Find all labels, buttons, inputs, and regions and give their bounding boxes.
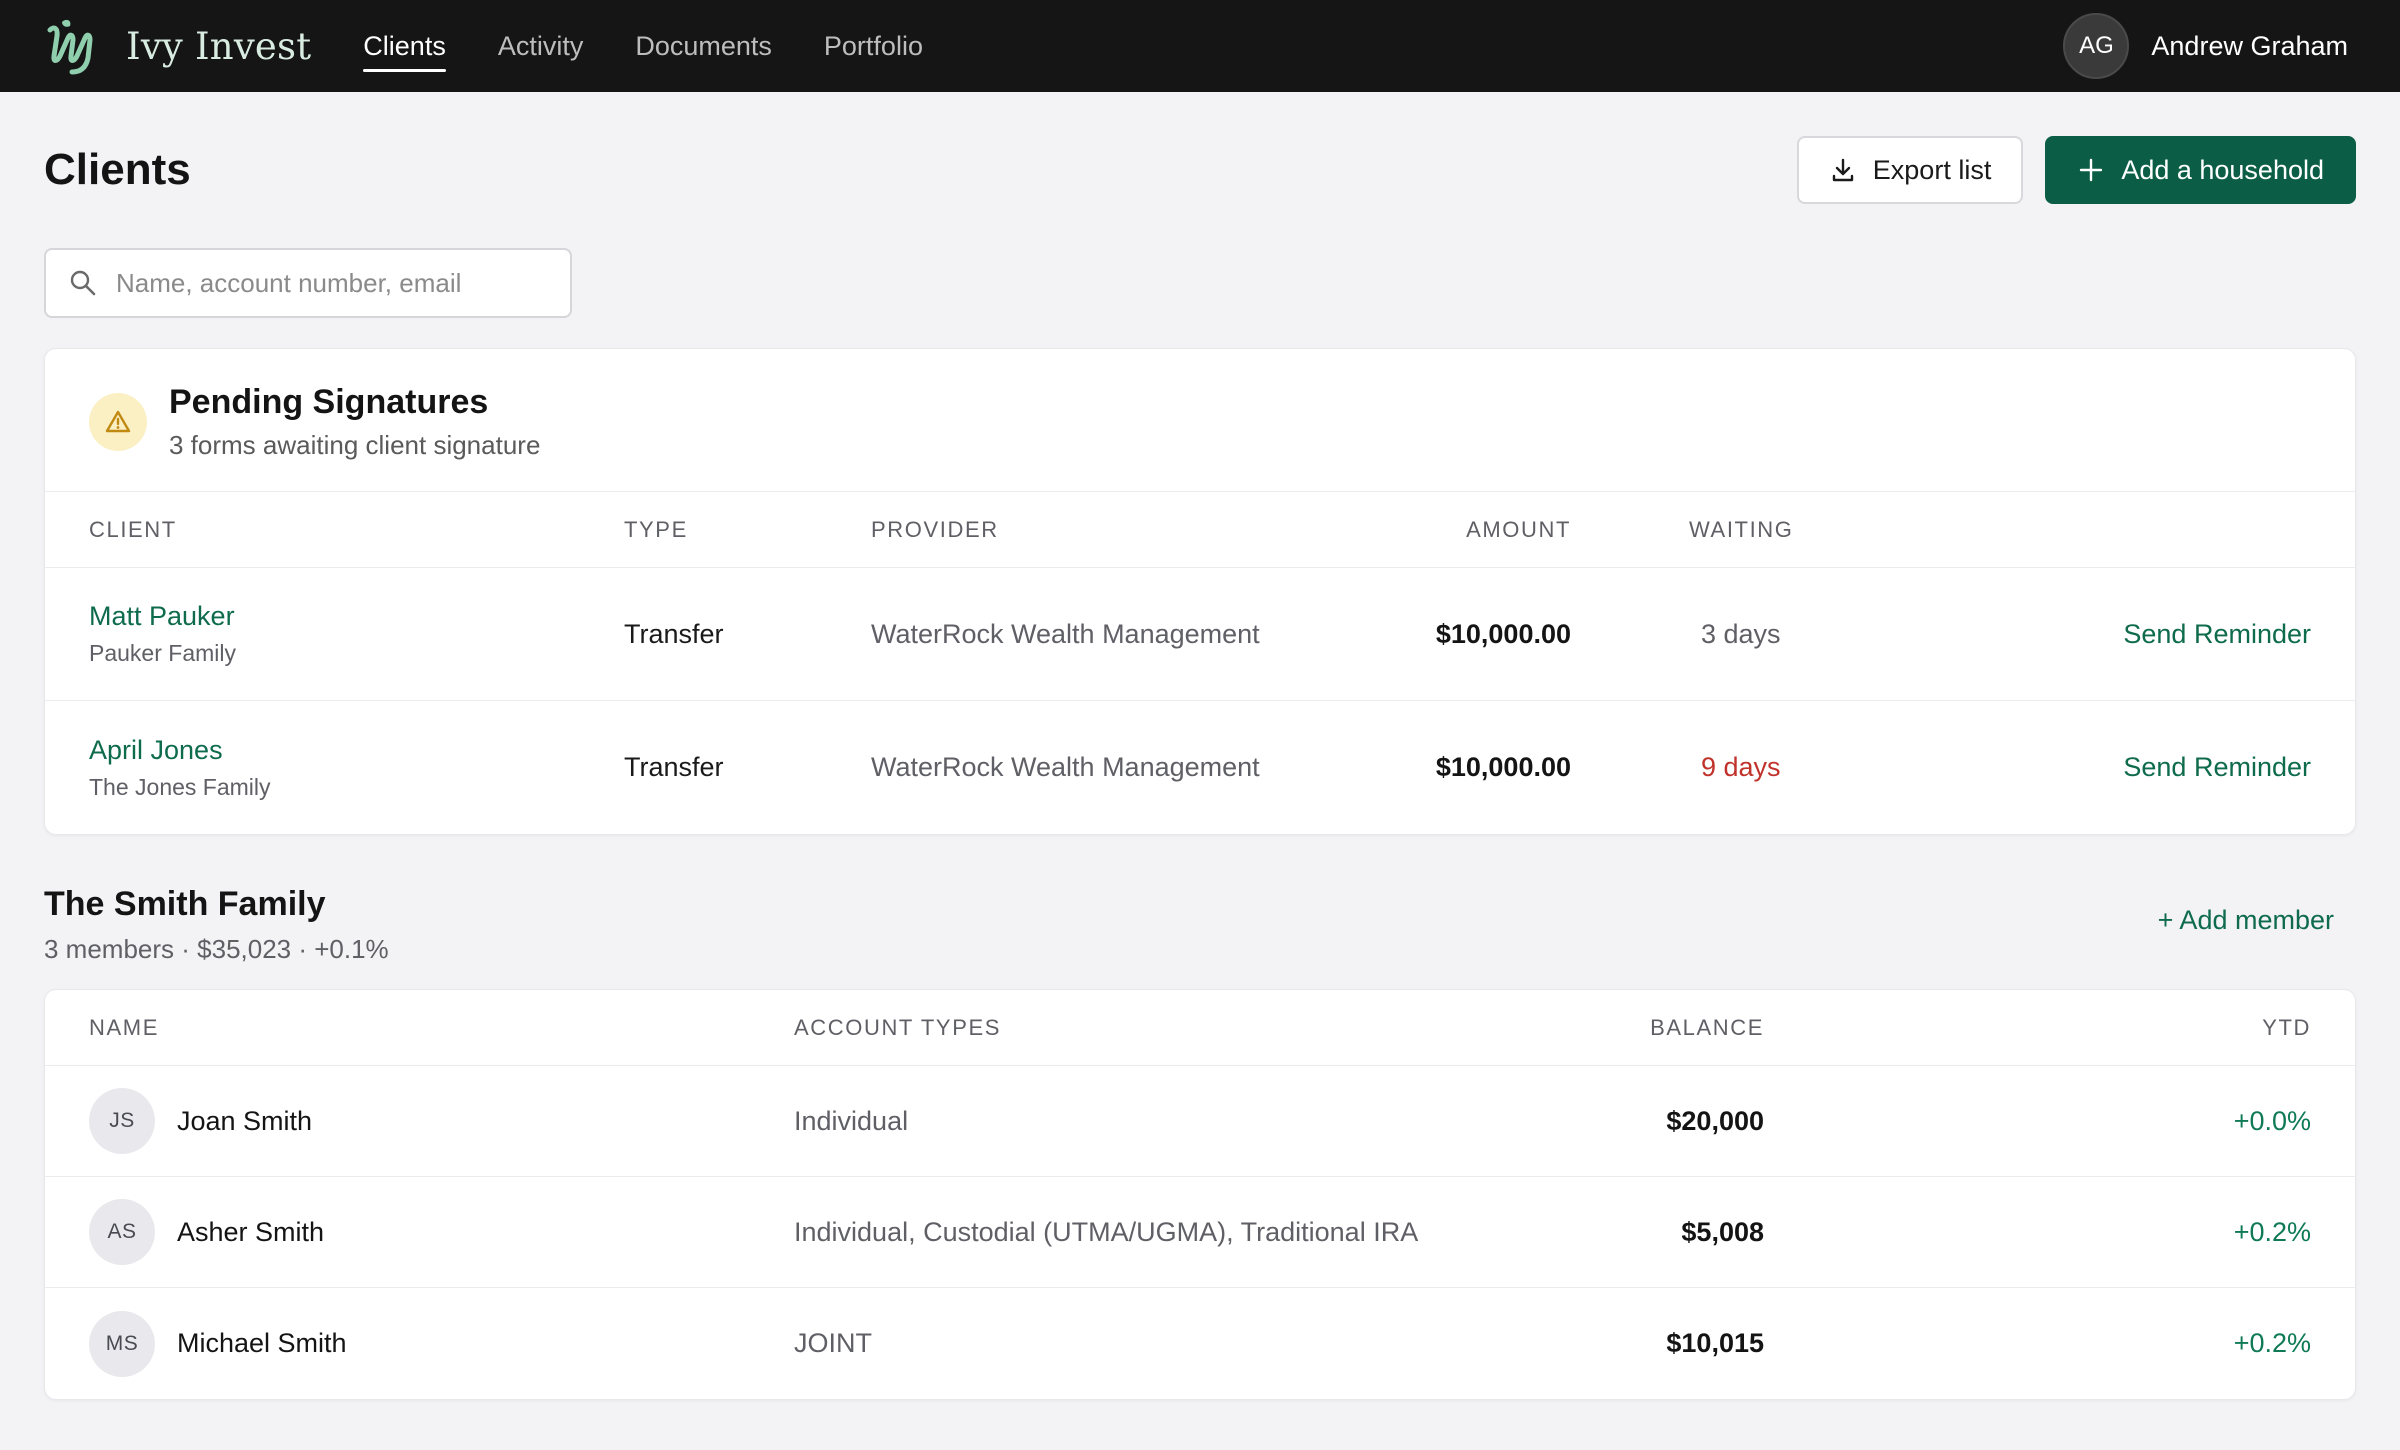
nav-portfolio[interactable]: Portfolio — [824, 25, 923, 68]
search-box[interactable] — [44, 248, 572, 318]
table-row[interactable]: JS Joan Smith Individual $20,000 +0.0% — [45, 1066, 2355, 1177]
user-avatar[interactable]: AG — [2063, 13, 2130, 79]
waiting-cell: 9 days — [1571, 752, 1871, 783]
account-types-cell: JOINT — [794, 1328, 872, 1358]
table-row[interactable]: MS Michael Smith JOINT $10,015 +0.2% — [45, 1288, 2355, 1399]
export-list-button[interactable]: Export list — [1796, 136, 2024, 204]
ytd-cell: +0.0% — [2233, 1105, 2311, 1136]
ivy-leaf-logo-icon — [47, 19, 93, 75]
balance-cell: $20,000 — [1666, 1105, 1764, 1136]
provider-cell: WaterRock Wealth Management — [871, 618, 1260, 649]
plus-icon — [2080, 158, 2103, 182]
top-navbar: Ivy Invest Clients Activity Documents Po… — [0, 0, 2400, 92]
pending-signatures-card: Pending Signatures 3 forms awaiting clie… — [44, 348, 2356, 835]
nav-clients[interactable]: Clients — [363, 25, 446, 72]
page-content: Clients Export list Add a household Name… — [0, 92, 2400, 1400]
add-household-label: Add a household — [2121, 154, 2324, 185]
waiting-cell: 3 days — [1571, 619, 1871, 650]
account-types-cell: Individual, Custodial (UTMA/UGMA), Tradi… — [794, 1216, 1419, 1247]
member-cell: AS Asher Smith — [89, 1199, 794, 1265]
pending-signatures-heading: Pending Signatures 3 forms awaiting clie… — [169, 383, 540, 461]
client-family: Pauker Family — [89, 640, 236, 666]
export-list-label: Export list — [1872, 154, 1992, 185]
avatar: JS — [89, 1088, 155, 1154]
balance-cell: $10,015 — [1666, 1328, 1764, 1358]
table-row: Matt Pauker Pauker Family Transfer Water… — [45, 568, 2355, 701]
col-balance: Balance — [1650, 1014, 1764, 1040]
provider-cell: WaterRock Wealth Management — [871, 752, 1260, 782]
amount-cell: $10,000.00 — [1435, 618, 1571, 649]
nav-documents[interactable]: Documents — [635, 25, 772, 68]
member-name[interactable]: Joan Smith — [177, 1106, 312, 1137]
user-menu[interactable]: AG Andrew Graham — [2063, 0, 2348, 92]
type-cell: Transfer — [624, 752, 724, 782]
table-row: April Jones The Jones Family Transfer Wa… — [45, 701, 2355, 834]
add-member-button[interactable]: + Add member — [2158, 905, 2334, 936]
col-name: Name — [89, 1014, 159, 1040]
members-table-header: Name Account Types Balance YTD — [45, 990, 2355, 1066]
user-name[interactable]: Andrew Graham — [2151, 31, 2348, 62]
main-nav: Clients Activity Documents Portfolio — [363, 0, 975, 92]
col-provider: Provider — [871, 516, 999, 542]
download-icon — [1832, 158, 1853, 182]
action-cell: Send Reminder — [1871, 752, 2311, 783]
client-family: The Jones Family — [89, 773, 271, 800]
household-header: The Smith Family 3 members · $35,023 · +… — [44, 885, 2356, 965]
waiting-value-overdue: 9 days — [1701, 752, 1781, 782]
type-cell: Transfer — [624, 618, 724, 649]
send-reminder-button[interactable]: Send Reminder — [2123, 619, 2311, 649]
ytd-cell: +0.2% — [2233, 1216, 2311, 1247]
col-amount: Amount — [1466, 516, 1571, 542]
brand-name: Ivy Invest — [126, 24, 312, 68]
household-heading: The Smith Family 3 members · $35,023 · +… — [44, 885, 389, 965]
avatar: AS — [89, 1199, 155, 1265]
pending-signatures-title: Pending Signatures — [169, 383, 489, 421]
ytd-cell: +0.2% — [2233, 1328, 2311, 1358]
client-name-link[interactable]: Matt Pauker — [89, 601, 624, 632]
member-cell: JS Joan Smith — [89, 1088, 794, 1154]
action-cell: Send Reminder — [1871, 619, 2311, 650]
household-members-card: Name Account Types Balance YTD JS Joan S… — [44, 989, 2356, 1400]
send-reminder-button[interactable]: Send Reminder — [2123, 752, 2311, 782]
brand-logo[interactable]: Ivy Invest — [44, 16, 311, 76]
search-input[interactable] — [116, 267, 548, 299]
warning-triangle-icon — [105, 410, 131, 433]
client-name-link[interactable]: April Jones — [89, 735, 624, 766]
member-cell: MS Michael Smith — [89, 1310, 794, 1377]
household-title: The Smith Family — [44, 885, 326, 923]
col-ytd: YTD — [2262, 1014, 2311, 1040]
add-household-button[interactable]: Add a household — [2045, 136, 2356, 204]
nav-activity[interactable]: Activity — [498, 25, 584, 68]
member-name[interactable]: Michael Smith — [177, 1328, 347, 1359]
col-client: Client — [89, 516, 177, 542]
pending-signatures-header: Pending Signatures 3 forms awaiting clie… — [45, 349, 2355, 492]
client-cell: April Jones The Jones Family — [89, 735, 624, 801]
waiting-value: 3 days — [1701, 618, 1781, 649]
header-actions: Export list Add a household — [1796, 136, 2356, 204]
account-types-cell: Individual — [794, 1105, 909, 1136]
member-name[interactable]: Asher Smith — [177, 1217, 324, 1248]
amount-cell: $10,000.00 — [1435, 752, 1571, 782]
pending-signatures-subtitle: 3 forms awaiting client signature — [169, 430, 541, 460]
pending-table-header: Client Type Provider Amount Waiting — [45, 492, 2355, 568]
col-type: Type — [624, 516, 688, 542]
page-header: Clients Export list Add a household — [44, 92, 2356, 248]
balance-cell: $5,008 — [1681, 1216, 1764, 1247]
table-row[interactable]: AS Asher Smith Individual, Custodial (UT… — [45, 1177, 2355, 1288]
client-cell: Matt Pauker Pauker Family — [89, 601, 624, 667]
avatar: MS — [89, 1310, 155, 1377]
household-meta: 3 members · $35,023 · +0.1% — [44, 934, 389, 964]
col-account-types: Account Types — [794, 1014, 1002, 1040]
search-icon — [70, 270, 96, 296]
warning-badge — [89, 393, 147, 451]
col-waiting: Waiting — [1689, 516, 1794, 542]
page-title: Clients — [44, 145, 191, 194]
